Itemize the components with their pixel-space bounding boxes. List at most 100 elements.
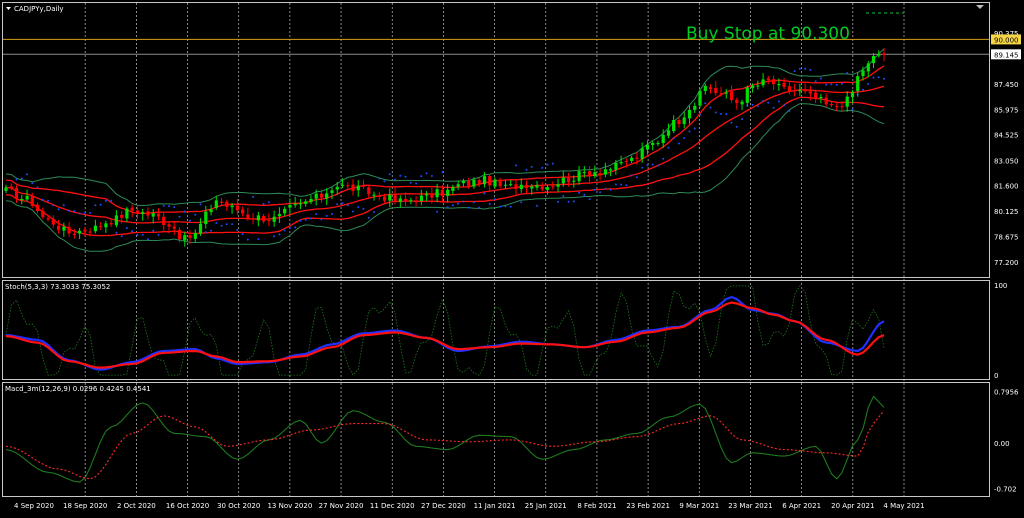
psar-dot — [89, 212, 92, 214]
psar-dot — [210, 229, 212, 232]
psar-dot — [588, 198, 591, 201]
bull-candle — [751, 85, 755, 88]
macd-signal-line — [5, 410, 885, 480]
bull-candle — [198, 223, 203, 234]
stoch-signal-line — [5, 301, 885, 369]
psar-dot — [651, 163, 654, 166]
psar-dot — [472, 201, 475, 204]
bull-candle — [409, 200, 413, 202]
bear-candle — [14, 188, 19, 199]
bear-candle — [803, 89, 807, 92]
psar-dot — [273, 235, 276, 238]
bull-candle — [335, 186, 339, 190]
x-tick-label: 6 Apr 2021 — [782, 502, 821, 510]
bear-candle — [824, 97, 828, 105]
psar-dot — [52, 204, 55, 207]
psar-dot — [520, 201, 523, 204]
bull-candle — [519, 184, 523, 190]
bear-candle — [146, 211, 150, 216]
bollinger-lower-line — [5, 103, 885, 252]
x-tick-label: 11 Jan 2021 — [474, 502, 516, 510]
bull-candle — [656, 143, 660, 145]
psar-dot — [725, 113, 728, 116]
psar-dot — [499, 205, 502, 208]
psar-dot — [699, 113, 701, 116]
bear-candle — [72, 234, 76, 235]
psar-dot — [241, 233, 244, 235]
psar-dot — [604, 187, 607, 190]
psar-dot — [115, 231, 118, 234]
bull-candle — [503, 184, 508, 186]
bull-candle — [640, 148, 644, 159]
psar-dot — [141, 233, 144, 236]
chart-shift-triangle-icon[interactable] — [976, 5, 984, 9]
bull-candle — [304, 201, 308, 204]
bull-candle — [850, 92, 855, 98]
bear-candle — [567, 177, 571, 183]
bear-candle — [488, 176, 492, 186]
bull-candle — [619, 162, 623, 164]
y-axis-labels: 90.37587.45085.97584.52583.05081.60080.1… — [991, 30, 1021, 494]
chart-menu-triangle-icon[interactable] — [6, 7, 11, 10]
x-tick-label: 27 Dec 2020 — [421, 502, 466, 510]
psar-dot — [641, 166, 644, 169]
psar-dot — [31, 182, 34, 185]
psar-dot — [441, 171, 444, 174]
bear-candle — [67, 226, 71, 234]
bear-candle — [120, 214, 124, 218]
bear-candle — [477, 180, 481, 185]
bull-candle — [125, 208, 129, 219]
psar-dot — [646, 164, 649, 167]
bull-candle — [556, 184, 560, 187]
bear-candle — [377, 195, 381, 197]
psar-dot — [420, 175, 423, 178]
psar-dot — [851, 108, 854, 111]
psar-dot — [362, 207, 365, 210]
psar-dot — [20, 177, 23, 180]
bear-candle — [808, 91, 812, 94]
bull-candle — [630, 157, 634, 161]
psar-dot — [320, 218, 323, 221]
psar-dot — [189, 219, 191, 222]
psar-dot — [173, 206, 176, 209]
bull-candle — [288, 205, 292, 208]
psar-dot — [767, 101, 770, 104]
psar-dot — [525, 168, 528, 171]
bear-candle — [351, 184, 355, 191]
psar-dot — [572, 200, 575, 203]
bear-candle — [41, 210, 45, 217]
psar-dot — [783, 104, 786, 107]
bull-candle — [603, 169, 607, 175]
psar-dot — [551, 162, 554, 165]
bull-candle — [777, 84, 781, 86]
chart-canvas[interactable]: 90.37587.45085.97584.52583.05081.60080.1… — [0, 0, 1024, 514]
buy-stop-annotation: Buy Stop at 90.300 — [686, 24, 850, 44]
bull-candle — [866, 63, 870, 72]
psar-dot — [846, 72, 849, 74]
psar-dot — [704, 102, 707, 105]
bollinger-bands — [5, 48, 885, 252]
psar-dot — [872, 76, 875, 79]
bear-candle — [241, 209, 245, 214]
bear-candle — [262, 215, 266, 222]
psar-dot — [415, 182, 418, 185]
bull-candle — [293, 203, 297, 206]
psar-dot — [299, 219, 302, 222]
psar-dot — [262, 203, 265, 205]
bear-candle — [235, 205, 239, 211]
bear-candle — [730, 91, 734, 100]
bear-candle — [835, 106, 839, 108]
bull-candle — [204, 211, 208, 224]
psar-dot — [267, 201, 270, 204]
psar-dot — [252, 196, 255, 198]
psar-dot — [562, 195, 565, 197]
psar-dot — [57, 208, 60, 211]
psar-dot — [178, 215, 181, 218]
psar-dot — [104, 199, 107, 202]
psar-dot — [593, 188, 596, 191]
psar-dot — [131, 230, 134, 233]
bull-candle — [256, 215, 260, 221]
psar-dot — [204, 231, 207, 234]
psar-dot — [157, 233, 160, 236]
psar-dot — [730, 121, 733, 124]
